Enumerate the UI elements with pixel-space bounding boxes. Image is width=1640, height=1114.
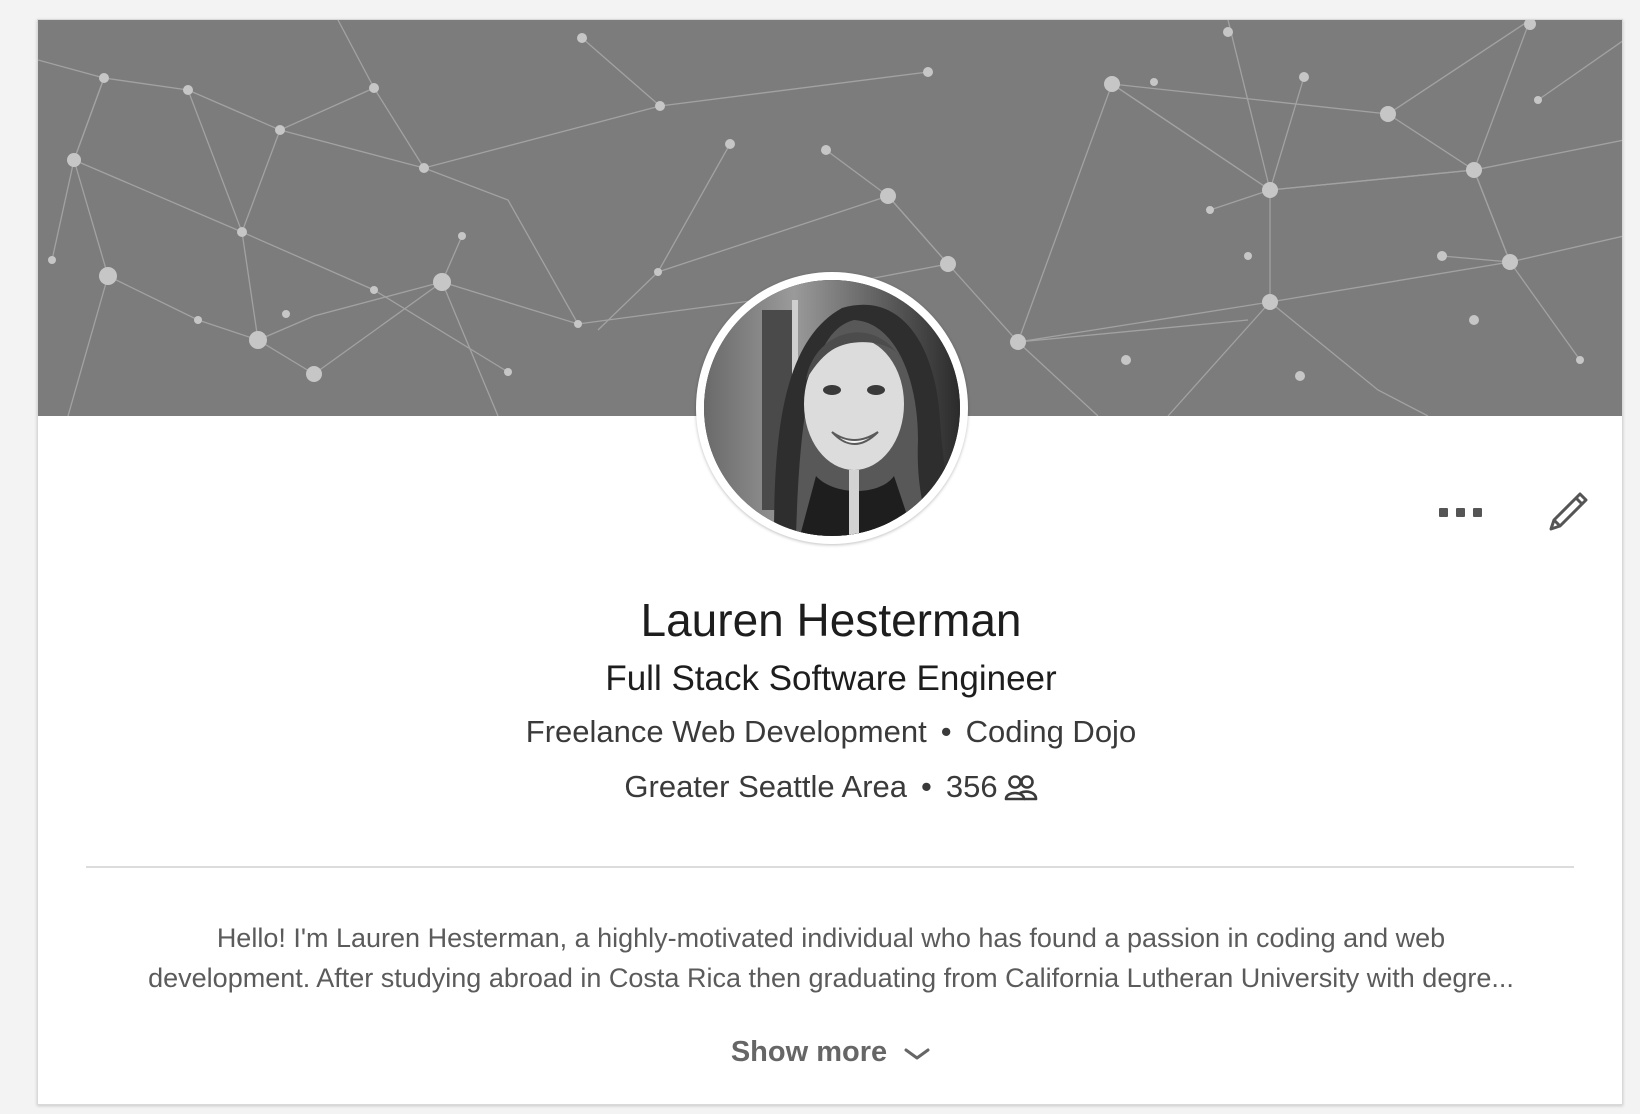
separator-dot: • (940, 714, 952, 749)
current-company-link[interactable]: Freelance Web Development (526, 714, 927, 749)
profile-card: Lauren Hesterman Full Stack Software Eng… (37, 19, 1623, 1105)
section-divider (86, 866, 1574, 868)
show-more-label: Show more (730, 1036, 888, 1068)
summary-line: Hello! I'm Lauren Hesterman, a highly-mo… (216, 923, 1446, 953)
pencil-icon (1549, 492, 1588, 531)
education-link[interactable]: Coding Dojo (966, 714, 1137, 749)
profile-headline: Full Stack Software Engineer (605, 659, 1057, 698)
more-actions-button[interactable] (1433, 492, 1489, 532)
profile-summary: Hello! I'm Lauren Hesterman, a highly-mo… (90, 918, 1572, 998)
profile-name: Lauren Hesterman (640, 594, 1022, 646)
connections-count: 356 (945, 769, 998, 804)
show-more-button[interactable]: Show more (731, 1032, 931, 1074)
portrait-image (704, 280, 960, 536)
show-more-row: Show more (38, 1032, 1622, 1074)
location-text: Greater Seattle Area (624, 769, 907, 804)
more-horizontal-icon (1439, 508, 1482, 517)
edit-profile-button[interactable] (1536, 476, 1600, 540)
connections-link[interactable]: 356 (946, 769, 1038, 804)
chevron-down-icon (903, 1034, 931, 1074)
summary-line: development. After studying abroad in Co… (148, 963, 1514, 993)
connections-icon (1004, 770, 1038, 812)
work-education-line: Freelance Web Development • Coding Dojo (38, 711, 1622, 753)
avatar (704, 280, 960, 536)
separator-dot: • (921, 769, 932, 804)
profile-photo[interactable] (696, 272, 968, 544)
location-connections-line: Greater Seattle Area • 356 (38, 766, 1622, 812)
